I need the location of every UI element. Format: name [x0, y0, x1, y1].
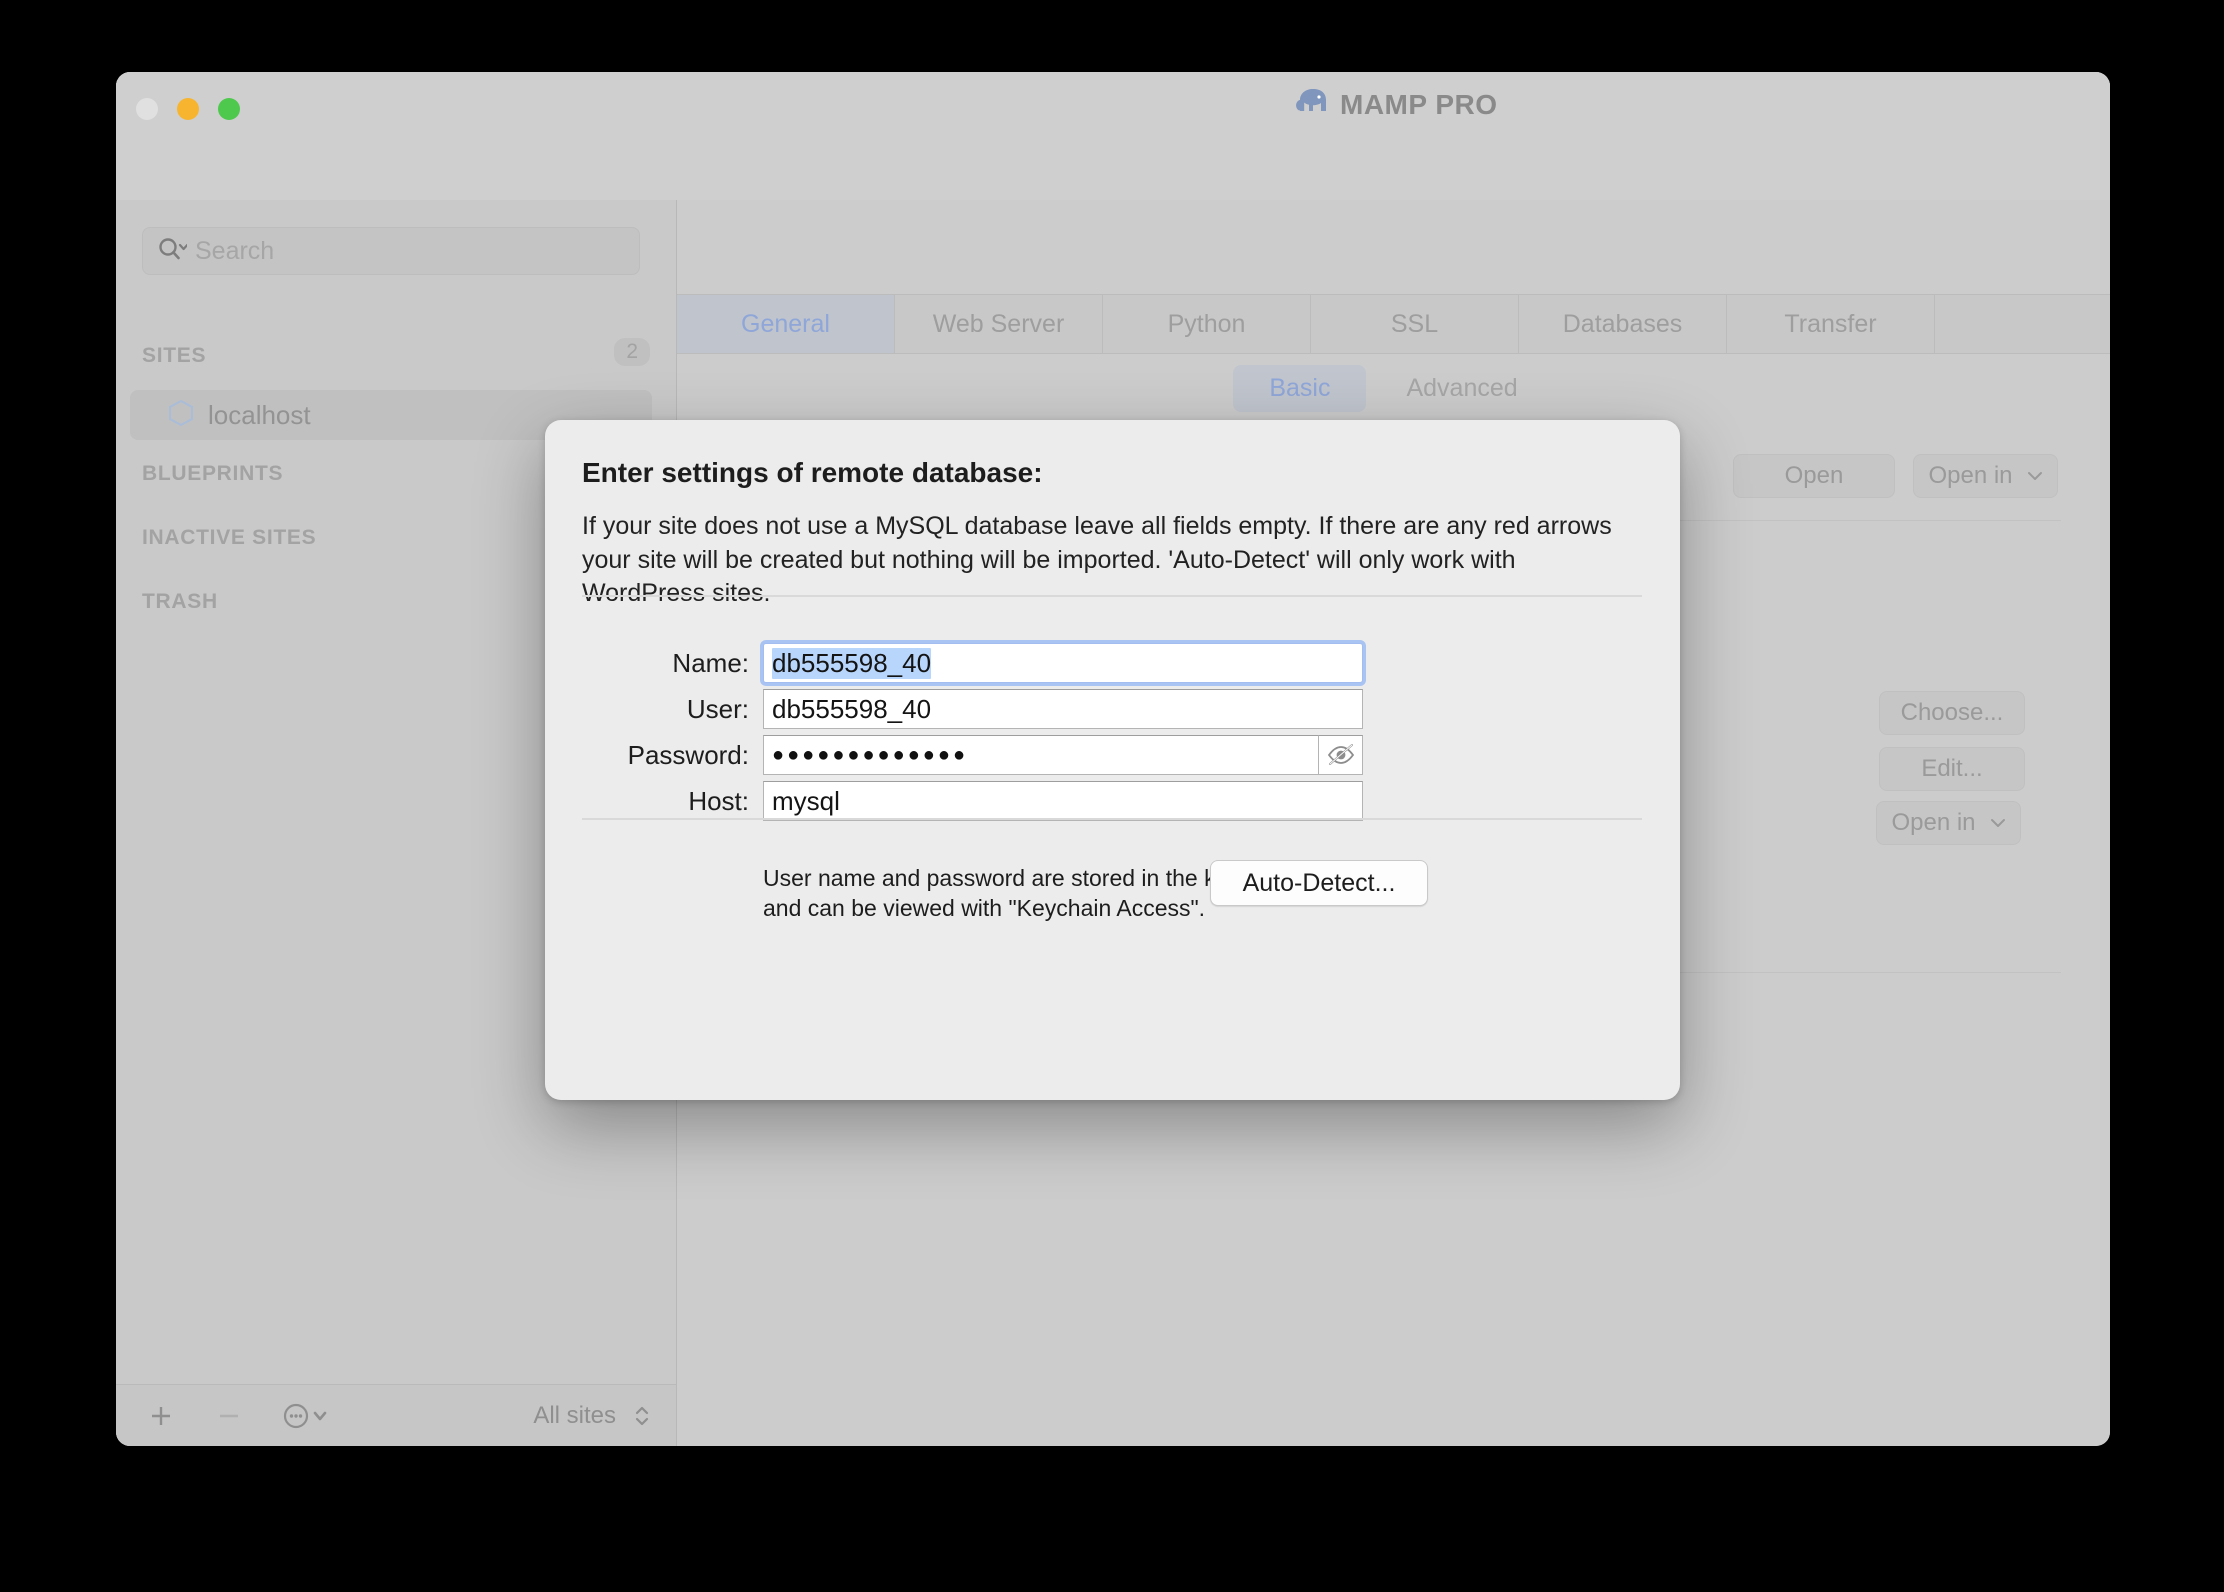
sidebar-item-label: localhost — [208, 399, 311, 430]
add-site-button[interactable] — [146, 1401, 176, 1431]
open-button[interactable]: Open — [1733, 454, 1895, 498]
show-password-toggle[interactable] — [1318, 735, 1363, 775]
sidebar-footer: All sites — [116, 1384, 676, 1446]
tab-transfer[interactable]: Transfer — [1727, 295, 1935, 353]
close-button[interactable] — [136, 98, 158, 120]
tab-bar-filler — [1935, 295, 2110, 353]
dialog-separator-bottom — [582, 818, 1642, 820]
segment-basic[interactable]: Basic — [1233, 365, 1367, 412]
elephant-logo-icon — [1294, 86, 1330, 123]
traffic-lights — [136, 98, 240, 120]
name-field-value: db555598_40 — [772, 647, 932, 679]
app-title: MAMP PRO — [1340, 88, 1498, 120]
remove-site-button[interactable] — [214, 1401, 244, 1431]
hexagon-icon — [168, 399, 194, 432]
password-field-input[interactable]: ●●●●●●●●●●●●● — [763, 735, 1318, 775]
open-in-dropdown-top[interactable]: Open in — [1913, 454, 2058, 498]
auto-detect-button[interactable]: Auto-Detect... — [1210, 860, 1428, 906]
search-placeholder: Search — [195, 236, 275, 265]
tab-bar: General Web Server Python SSL Databases … — [677, 294, 2110, 354]
segment-advanced[interactable]: Advanced — [1370, 365, 1553, 412]
field-row-name: Name: db555598_40 — [545, 642, 1680, 684]
remote-database-dialog: Enter settings of remote database: If yo… — [545, 420, 1680, 1100]
sidebar-section-trash[interactable]: TRASH — [142, 590, 218, 614]
user-field-input[interactable]: db555598_40 — [763, 689, 1363, 729]
more-actions-button[interactable] — [282, 1401, 336, 1431]
chevron-down-icon — [1990, 819, 2005, 827]
sidebar-section-inactive-sites[interactable]: INACTIVE SITES — [142, 526, 316, 550]
dialog-separator-top — [582, 595, 1642, 597]
title-bar: MAMP PRO — [116, 72, 2110, 200]
eye-slash-icon — [1327, 744, 1354, 765]
sidebar-section-blueprints[interactable]: BLUEPRINTS — [142, 462, 283, 486]
host-field-label: Host: — [688, 785, 749, 816]
maximize-button[interactable] — [218, 98, 240, 120]
name-field-input[interactable]: db555598_40 — [763, 643, 1363, 683]
tab-ssl[interactable]: SSL — [1311, 295, 1519, 353]
name-field-label: Name: — [672, 647, 749, 678]
open-in-label-second: Open in — [1891, 809, 1976, 836]
field-row-user: User: db555598_40 — [545, 688, 1680, 730]
user-field-label: User: — [686, 693, 749, 724]
chevron-updown-icon — [635, 1406, 649, 1425]
edit-button[interactable]: Edit... — [1879, 747, 2025, 791]
open-in-label-top: Open in — [1928, 462, 2013, 489]
password-field-label: Password: — [627, 739, 749, 770]
field-row-password: Password: ●●●●●●●●●●●●● — [545, 734, 1680, 776]
sites-filter-label: All sites — [533, 1401, 616, 1429]
minimize-button[interactable] — [177, 98, 199, 120]
open-in-dropdown-second[interactable]: Open in — [1876, 801, 2021, 845]
app-brand: MAMP PRO — [1294, 86, 1498, 123]
sidebar-sites-count-badge: 2 — [614, 338, 650, 366]
tab-general[interactable]: General — [677, 295, 895, 353]
dialog-title: Enter settings of remote database: — [582, 457, 1043, 488]
tab-web-server[interactable]: Web Server — [895, 295, 1103, 353]
sites-filter-dropdown[interactable]: All sites — [533, 1402, 650, 1430]
sidebar-section-sites: SITES — [142, 344, 207, 367]
choose-button[interactable]: Choose... — [1879, 691, 2025, 735]
search-input[interactable]: Search — [142, 227, 640, 275]
host-field-input[interactable]: mysql — [763, 781, 1363, 821]
password-field-wrapper: ●●●●●●●●●●●●● — [763, 735, 1363, 775]
tab-python[interactable]: Python — [1103, 295, 1311, 353]
tab-databases[interactable]: Databases — [1519, 295, 1727, 353]
field-row-host: Host: mysql — [545, 780, 1680, 822]
chevron-down-icon — [2027, 472, 2042, 480]
segmented-control: Basic Advanced — [677, 365, 2110, 412]
search-icon — [157, 236, 189, 267]
